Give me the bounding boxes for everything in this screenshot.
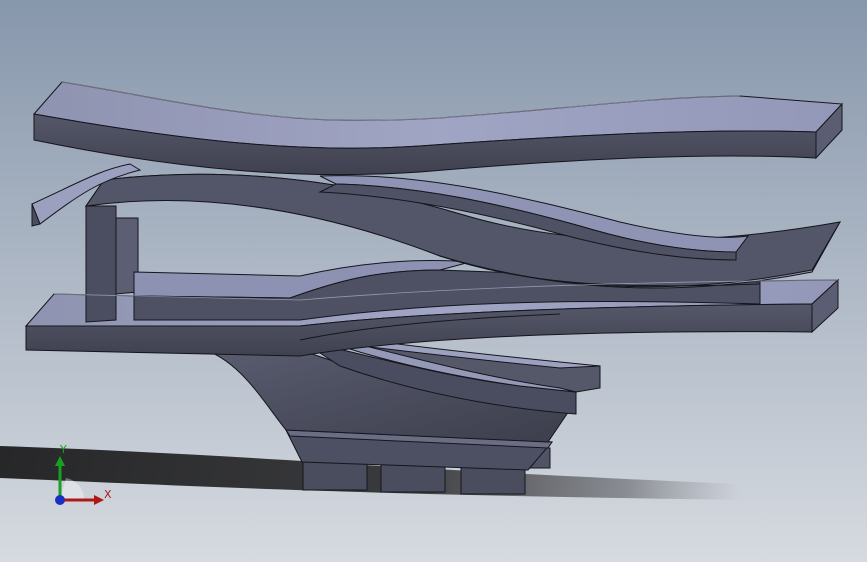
triad-x-arrow (94, 495, 104, 505)
triad-y-arrow (55, 456, 65, 466)
triad-x-label: X (104, 488, 112, 501)
model-viewport[interactable]: X Y (0, 0, 867, 562)
triad-y-label: Y (60, 443, 67, 456)
triad-z-axis (55, 495, 65, 505)
cad-part-render[interactable] (0, 0, 867, 562)
